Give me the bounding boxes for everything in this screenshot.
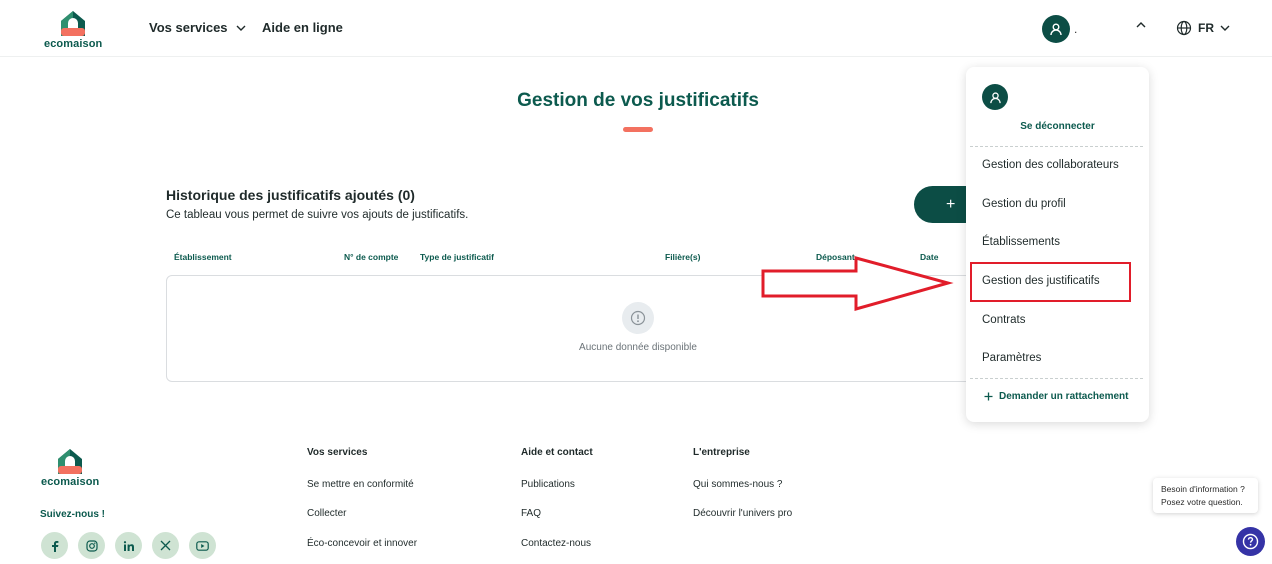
youtube-link[interactable] bbox=[189, 532, 216, 559]
menu-item-etablissements[interactable]: Établissements bbox=[982, 236, 1060, 248]
dropdown-divider bbox=[970, 378, 1143, 379]
nav-services-label: Vos services bbox=[149, 20, 228, 35]
request-attachment-label: Demander un rattachement bbox=[999, 391, 1129, 402]
language-selector[interactable]: FR bbox=[1176, 20, 1230, 36]
annotation-arrow-icon bbox=[761, 256, 954, 311]
chevron-up-icon[interactable] bbox=[1136, 22, 1146, 28]
section-subtitle: Ce tableau vous permet de suivre vos ajo… bbox=[166, 209, 469, 221]
menu-item-contrats[interactable]: Contrats bbox=[982, 314, 1025, 326]
ecomaison-logo-icon bbox=[58, 449, 83, 474]
logout-link[interactable]: Se déconnecter bbox=[966, 121, 1149, 132]
top-header: ecomaison Vos services Aide en ligne . F… bbox=[0, 0, 1272, 57]
nav-help-link[interactable]: Aide en ligne bbox=[262, 20, 343, 35]
menu-item-parametres[interactable]: Paramètres bbox=[982, 352, 1041, 364]
facebook-link[interactable] bbox=[41, 532, 68, 559]
title-underline bbox=[623, 127, 653, 132]
plus-icon bbox=[984, 392, 993, 401]
ecomaison-logo-icon bbox=[61, 11, 86, 36]
section-title: Historique des justificatifs ajoutés (0) bbox=[166, 187, 415, 203]
dropdown-divider bbox=[970, 146, 1143, 147]
facebook-icon bbox=[51, 540, 58, 552]
dropdown-avatar bbox=[982, 84, 1008, 110]
user-avatar-button[interactable] bbox=[1042, 15, 1070, 43]
logo-text: ecomaison bbox=[44, 38, 103, 50]
user-icon bbox=[1050, 23, 1062, 36]
footer-link-faq[interactable]: FAQ bbox=[521, 508, 541, 519]
footer-link-about[interactable]: Qui sommes-nous ? bbox=[693, 479, 782, 490]
chevron-down-icon bbox=[1220, 25, 1230, 31]
question-chat-icon bbox=[1242, 533, 1259, 550]
column-header-type[interactable]: Type de justificatif bbox=[420, 252, 494, 262]
footer-link-conformite[interactable]: Se mettre en conformité bbox=[307, 479, 414, 490]
linkedin-icon bbox=[123, 540, 134, 551]
empty-state-icon-wrapper bbox=[622, 302, 654, 334]
footer-logo[interactable]: ecomaison bbox=[41, 446, 99, 488]
footer-link-contact[interactable]: Contactez-nous bbox=[521, 538, 591, 549]
chevron-down-icon bbox=[236, 25, 246, 31]
x-icon bbox=[160, 540, 171, 551]
footer-link-ecoconcevoir[interactable]: Éco-concevoir et innover bbox=[307, 538, 417, 549]
footer-company-heading: L'entreprise bbox=[693, 447, 750, 458]
footer-help-heading: Aide et contact bbox=[521, 447, 593, 458]
language-label: FR bbox=[1198, 21, 1214, 35]
help-tooltip-line2: Posez votre question. bbox=[1161, 497, 1243, 507]
info-icon bbox=[630, 310, 646, 326]
instagram-link[interactable] bbox=[78, 532, 105, 559]
column-header-account[interactable]: N° de compte bbox=[344, 252, 398, 262]
nav-services-menu[interactable]: Vos services bbox=[149, 20, 246, 35]
follow-us-label: Suivez-nous ! bbox=[40, 509, 106, 520]
user-name: . bbox=[1074, 22, 1078, 36]
nav-help-label: Aide en ligne bbox=[262, 20, 343, 35]
footer-link-collecter[interactable]: Collecter bbox=[307, 508, 346, 519]
x-link[interactable] bbox=[152, 532, 179, 559]
header-logo[interactable]: ecomaison bbox=[44, 8, 102, 50]
footer-services-heading: Vos services bbox=[307, 447, 368, 458]
menu-item-collaborateurs[interactable]: Gestion des collaborateurs bbox=[982, 159, 1119, 171]
add-button-label: + bbox=[946, 195, 956, 213]
user-icon bbox=[989, 91, 1001, 103]
linkedin-link[interactable] bbox=[115, 532, 142, 559]
instagram-icon bbox=[85, 539, 98, 552]
footer-logo-text: ecomaison bbox=[41, 476, 100, 488]
globe-icon bbox=[1176, 20, 1192, 36]
youtube-icon bbox=[196, 540, 209, 551]
menu-item-profil[interactable]: Gestion du profil bbox=[982, 198, 1066, 210]
help-tooltip: Besoin d'information ? Posez votre quest… bbox=[1153, 478, 1258, 513]
footer-link-publications[interactable]: Publications bbox=[521, 479, 575, 490]
footer-link-pro[interactable]: Découvrir l'univers pro bbox=[693, 508, 792, 519]
help-tooltip-line1: Besoin d'information ? bbox=[1161, 484, 1245, 494]
help-chat-button[interactable] bbox=[1236, 527, 1265, 556]
request-attachment-link[interactable]: Demander un rattachement bbox=[984, 391, 1128, 402]
column-header-etablissement[interactable]: Établissement bbox=[174, 252, 232, 262]
column-header-filiere[interactable]: Filière(s) bbox=[665, 252, 700, 262]
annotation-highlight-box bbox=[970, 262, 1131, 302]
